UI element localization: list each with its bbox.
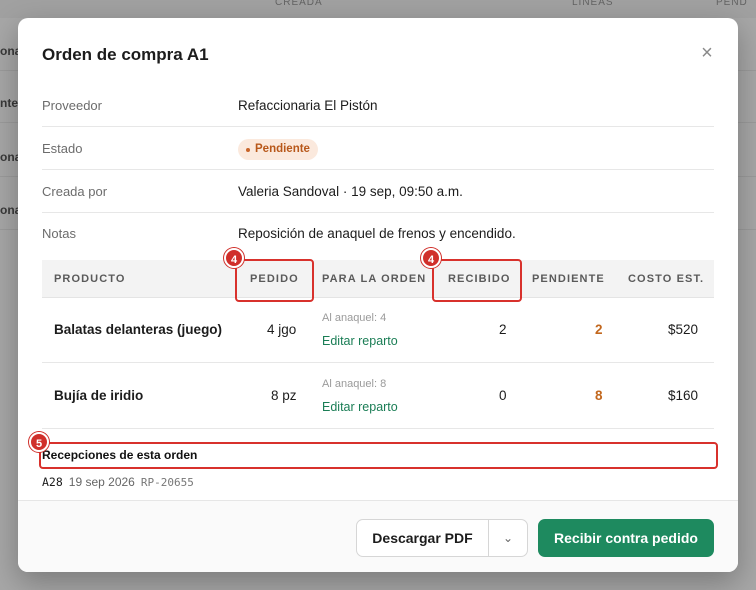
receive-against-order-button[interactable]: Recibir contra pedido [538,519,714,557]
modal-title: Orden de compra A1 [42,45,209,64]
annotation-badge: 4 [224,248,244,268]
cell-ordered: 4 jgo [267,322,297,337]
info-row-notas: Notas Reposición de anaquel de frenos y … [42,213,714,255]
col-header-para-la-orden: PARA LA ORDEN [322,273,427,285]
cell-product: Balatas delanteras (juego) [54,322,223,337]
info-value-proveedor: Refaccionaria El Pistón [238,98,378,113]
table-row: Bujía de iridio 8 pz Al anaquel: 8 Edita… [42,364,714,429]
reception-item[interactable]: A28 19 sep 2026 RP-20655 [42,475,194,489]
info-label-estado: Estado [42,141,83,156]
edit-allocation-link[interactable]: Editar reparto [322,334,398,348]
chevron-down-icon[interactable]: ⌄ [488,519,528,557]
info-value-creada: Valeria Sandoval · 19 sep, 09:50 a.m. [238,184,463,199]
status-badge-label: Pendiente [255,143,310,155]
cell-product: Bujía de iridio [54,388,144,403]
status-dot-icon [246,147,250,152]
reception-date: 19 sep 2026 [68,475,135,489]
annotation-badge: 5 [29,432,49,452]
status-badge: Pendiente [238,139,318,160]
download-pdf-button[interactable]: Descargar PDF [356,519,489,557]
cell-pending: 2 [595,322,603,337]
reception-id: A28 [42,475,63,489]
info-label-notas: Notas [42,226,76,241]
col-header-pedido: PEDIDO [250,273,299,285]
col-header-costo: COSTO EST. [628,273,705,285]
cell-cost: $520 [668,322,699,337]
info-label-proveedor: Proveedor [42,98,102,113]
col-header-producto: PRODUCTO [54,273,126,285]
info-label-creada: Creada por [42,184,108,199]
purchase-order-modal: Orden de compra A1 × Proveedor Refaccion… [18,18,738,572]
cell-received: 2 [499,322,507,337]
info-row-estado: Estado Pendiente [42,128,714,170]
cell-received: 0 [499,388,507,403]
col-header-recibido: RECIBIDO [448,273,511,285]
receptions-title: Recepciones de esta orden [42,448,198,462]
table-header: PRODUCTO PEDIDO PARA LA ORDEN RECIBIDO P… [42,260,714,298]
info-row-proveedor: Proveedor Refaccionaria El Pistón [42,85,714,127]
cell-alloc-label: Al anaquel: 4 [322,312,387,324]
info-row-creada: Creada por Valeria Sandoval · 19 sep, 09… [42,171,714,213]
table-row: Balatas delanteras (juego) 4 jgo Al anaq… [42,298,714,363]
close-icon[interactable]: × [696,42,718,64]
edit-allocation-link[interactable]: Editar reparto [322,400,398,414]
cell-ordered: 8 pz [271,388,297,403]
modal-footer: Descargar PDF ⌄ Recibir contra pedido [18,500,738,572]
cell-pending: 8 [595,388,603,403]
col-header-pendiente: PENDIENTE [532,273,605,285]
cell-cost: $160 [668,388,699,403]
cell-alloc-label: Al anaquel: 8 [322,378,387,390]
annotation-badge: 4 [421,248,441,268]
reception-ref: RP-20655 [140,476,194,489]
info-value-notas: Reposición de anaquel de frenos y encend… [238,226,516,241]
